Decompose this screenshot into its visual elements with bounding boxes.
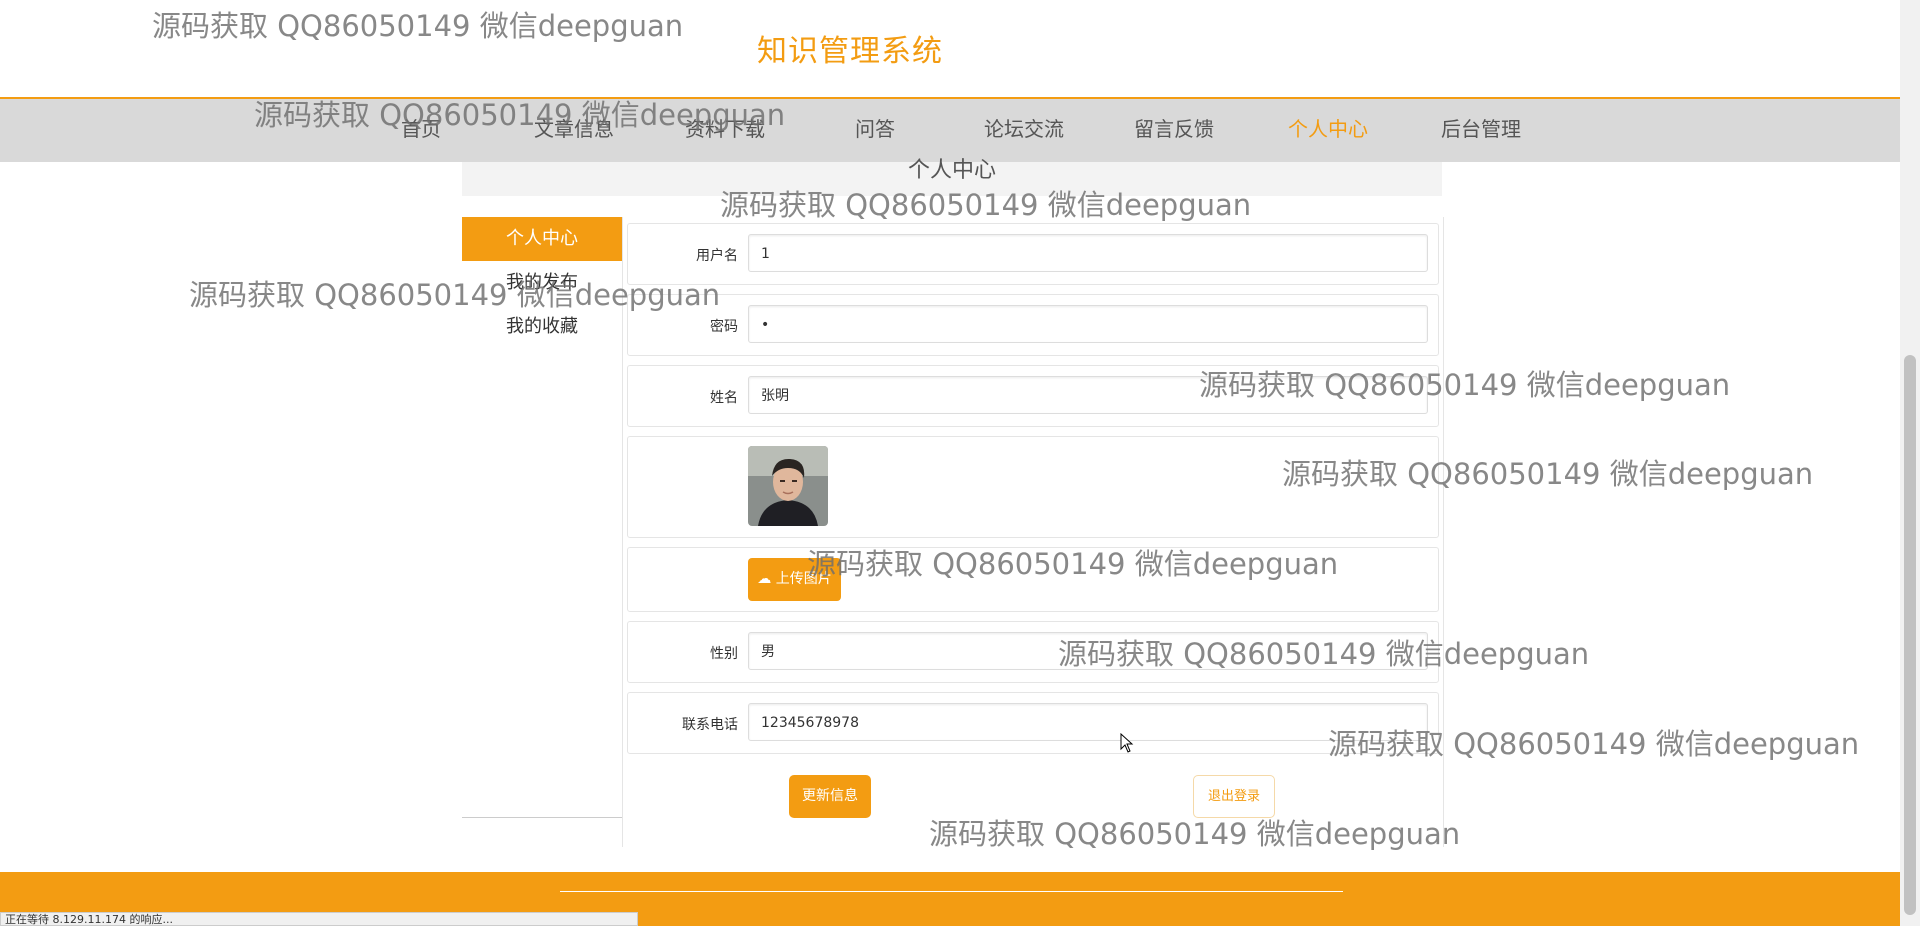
upload-image-button[interactable]: ☁ 上传图片	[748, 558, 841, 601]
form-row-password: 密码 •	[627, 294, 1439, 356]
cloud-upload-icon: ☁	[757, 571, 776, 587]
username-input[interactable]: 1	[748, 234, 1428, 272]
phone-input[interactable]: 12345678978	[748, 703, 1428, 741]
avatar-photo	[748, 446, 828, 526]
footer-divider	[560, 891, 1343, 892]
page-title-bar: 个人中心	[462, 158, 1442, 196]
gender-select[interactable]: 男	[748, 632, 1428, 670]
name-input[interactable]: 张明	[748, 376, 1428, 414]
gender-label: 性别	[710, 646, 738, 662]
phone-label: 联系电话	[682, 717, 738, 733]
password-label: 密码	[710, 319, 738, 335]
scrollbar-thumb[interactable]	[1904, 355, 1916, 915]
site-title: 知识管理系统	[757, 34, 943, 69]
password-input[interactable]: •	[748, 305, 1428, 343]
profile-form: 用户名 1 密码 • 姓名 张明 ☁ 上传图片 性别 男 联系电话 123456…	[622, 217, 1444, 847]
username-label: 用户名	[696, 248, 738, 264]
page-scrollbar[interactable]	[1900, 0, 1920, 926]
logout-button[interactable]: 退出登录	[1193, 775, 1275, 818]
avatar-image	[748, 446, 828, 526]
form-row-username: 用户名 1	[627, 223, 1439, 285]
upload-label: 上传图片	[775, 571, 832, 587]
sidebar-item-my-posts[interactable]: 我的发布	[462, 261, 622, 305]
site-header: 知识管理系统	[0, 0, 1900, 99]
form-row-gender: 性别 男	[627, 621, 1439, 683]
profile-sidebar: 个人中心 我的发布 我的收藏	[462, 217, 622, 818]
sidebar-item-my-favorites[interactable]: 我的收藏	[462, 305, 622, 349]
form-row-avatar	[627, 436, 1439, 538]
sidebar-title[interactable]: 个人中心	[462, 217, 622, 261]
name-label: 姓名	[710, 390, 738, 406]
browser-status-bar: 正在等待 8.129.11.174 的响应...	[0, 912, 638, 926]
form-row-name: 姓名 张明	[627, 365, 1439, 427]
form-row-upload: ☁ 上传图片	[627, 547, 1439, 612]
page-title: 个人中心	[907, 158, 996, 183]
form-row-phone: 联系电话 12345678978	[627, 692, 1439, 754]
mouse-cursor-icon	[1120, 733, 1134, 753]
update-info-button[interactable]: 更新信息	[789, 775, 871, 818]
